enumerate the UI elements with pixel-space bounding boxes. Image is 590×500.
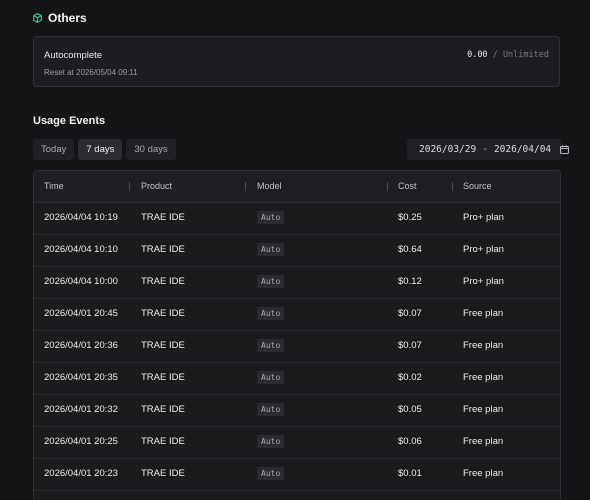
cell-product: TRAE IDE (141, 404, 185, 415)
usage-events-table: Time Product Model Cost Source 2026/04/0… (33, 170, 561, 500)
table-row: 2026/04/01 20:32 TRAE IDE Auto $0.05 Fre… (34, 395, 560, 427)
calendar-icon (560, 145, 569, 154)
table-row: 2026/04/04 10:00 TRAE IDE Auto $0.12 Pro… (34, 267, 560, 299)
cell-model: Auto (257, 267, 285, 297)
date-range-separator: - (482, 144, 488, 155)
cell-cost: $0.06 (398, 436, 422, 447)
cell-cost: $0.64 (398, 244, 422, 255)
quota-separator: / (492, 50, 498, 60)
quota-usage: 0.00 / Unlimited (467, 50, 549, 60)
cell-product: TRAE IDE (141, 212, 185, 223)
cell-model: Auto (257, 331, 285, 361)
cell-cost: $0.05 (398, 404, 422, 415)
table-row: 2026/04/01 20:45 TRAE IDE Auto $0.07 Fre… (34, 299, 560, 331)
column-divider[interactable] (245, 182, 246, 191)
column-divider[interactable] (387, 182, 388, 191)
cube-icon (33, 13, 42, 23)
range-tab-today[interactable]: Today (33, 139, 75, 160)
model-tag: Auto (257, 274, 285, 288)
model-tag: Auto (257, 402, 285, 416)
cell-product: TRAE IDE (141, 372, 185, 383)
quota-name: Autocomplete (44, 50, 103, 61)
others-header: Others (33, 10, 87, 26)
cell-model: Auto (257, 459, 285, 489)
cell-source: Free plan (463, 340, 504, 351)
cell-model: Auto (257, 363, 285, 393)
cell-cost: $0.07 (398, 308, 422, 319)
table-row: 2026/04/01 20:35 TRAE IDE Auto $0.02 Fre… (34, 363, 560, 395)
model-tag: Auto (257, 210, 285, 224)
model-tag: Auto (257, 434, 285, 448)
column-header-product[interactable]: Product (141, 171, 172, 202)
date-range-picker[interactable]: 2026/03/29 - 2026/04/04 (407, 139, 569, 160)
table-row: 2026/04/04 10:19 TRAE IDE Auto $0.25 Pro… (34, 203, 560, 235)
table-row: 2026/04/01 20:23 TRAE IDE Auto $0.01 Fre… (34, 459, 560, 491)
cell-product: TRAE IDE (141, 276, 185, 287)
range-tab-30-days[interactable]: 30 days (126, 139, 176, 160)
cell-product: TRAE IDE (141, 244, 185, 255)
model-tag: Auto (257, 466, 285, 480)
column-header-source[interactable]: Source (463, 171, 492, 202)
range-tab-7-days[interactable]: 7 days (78, 139, 123, 160)
cell-model: Auto (257, 203, 285, 233)
cell-product: TRAE IDE (141, 340, 185, 351)
cell-source: Pro+ plan (463, 212, 504, 223)
table-row-partial (34, 491, 560, 500)
cell-source: Free plan (463, 436, 504, 447)
table-row: 2026/04/01 20:25 TRAE IDE Auto $0.06 Fre… (34, 427, 560, 459)
cell-model: Auto (257, 235, 285, 265)
quota-reset-time: Reset at 2026/05/04 09:11 (44, 68, 138, 77)
quota-used: 0.00 (467, 50, 488, 60)
cell-cost: $0.12 (398, 276, 422, 287)
table-header: Time Product Model Cost Source (34, 171, 560, 203)
cell-model: Auto (257, 299, 285, 329)
column-header-time[interactable]: Time (44, 171, 64, 202)
cell-time: 2026/04/01 20:35 (44, 372, 118, 383)
cell-cost: $0.07 (398, 340, 422, 351)
cell-product: TRAE IDE (141, 308, 185, 319)
column-divider[interactable] (129, 182, 130, 191)
cell-time: 2026/04/01 20:36 (44, 340, 118, 351)
cell-time: 2026/04/01 20:32 (44, 404, 118, 415)
cell-time: 2026/04/01 20:45 (44, 308, 118, 319)
cell-time: 2026/04/01 20:25 (44, 436, 118, 447)
others-title: Others (48, 11, 87, 25)
cell-time: 2026/04/01 20:23 (44, 468, 118, 479)
cell-time: 2026/04/04 10:10 (44, 244, 118, 255)
quota-limit: Unlimited (502, 50, 549, 60)
cell-source: Free plan (463, 372, 504, 383)
model-tag: Auto (257, 370, 285, 384)
cell-time: 2026/04/04 10:00 (44, 276, 118, 287)
cell-source: Free plan (463, 468, 504, 479)
date-range-start: 2026/03/29 (419, 144, 477, 155)
column-divider[interactable] (452, 182, 453, 191)
column-header-model[interactable]: Model (257, 171, 282, 202)
date-range-end: 2026/04/04 (493, 144, 552, 155)
table-row: 2026/04/01 20:36 TRAE IDE Auto $0.07 Fre… (34, 331, 560, 363)
cell-source: Free plan (463, 404, 504, 415)
usage-page: Others Autocomplete Reset at 2026/05/04 … (0, 0, 590, 500)
cell-model: Auto (257, 395, 285, 425)
model-tag: Auto (257, 306, 285, 320)
cell-source: Free plan (463, 308, 504, 319)
range-tabs: Today 7 days 30 days (33, 139, 176, 160)
cell-product: TRAE IDE (141, 468, 185, 479)
cell-source: Pro+ plan (463, 244, 504, 255)
model-tag: Auto (257, 242, 285, 256)
cell-product: TRAE IDE (141, 436, 185, 447)
cell-model: Auto (257, 427, 285, 457)
autocomplete-quota-card: Autocomplete Reset at 2026/05/04 09:11 0… (33, 36, 560, 87)
cell-cost: $0.25 (398, 212, 422, 223)
usage-events-title: Usage Events (33, 115, 106, 127)
table-row: 2026/04/04 10:10 TRAE IDE Auto $0.64 Pro… (34, 235, 560, 267)
model-tag: Auto (257, 338, 285, 352)
column-header-cost[interactable]: Cost (398, 171, 417, 202)
cell-source: Pro+ plan (463, 276, 504, 287)
cell-cost: $0.01 (398, 468, 422, 479)
cell-time: 2026/04/04 10:19 (44, 212, 118, 223)
cell-cost: $0.02 (398, 372, 422, 383)
